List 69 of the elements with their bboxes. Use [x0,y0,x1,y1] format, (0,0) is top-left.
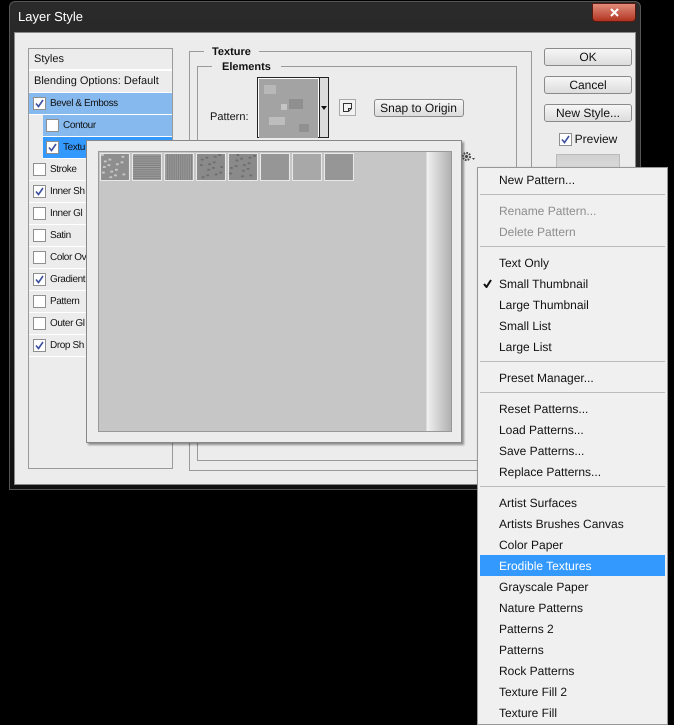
menu-item[interactable]: Load Patterns... [480,419,665,440]
menu-item[interactable]: Grayscale Paper [480,576,665,597]
style-label: Textu [63,141,85,155]
checkbox[interactable] [46,119,59,132]
check-icon [35,99,44,108]
check-icon [560,134,570,144]
style-label: Contour [63,119,96,133]
menu-item[interactable]: Artist Surfaces [480,492,665,513]
check-icon [35,275,44,284]
menu-item[interactable]: New Pattern... [480,169,665,190]
check-icon [35,187,44,196]
page-icon [342,103,352,112]
menu-item[interactable]: Large Thumbnail [480,294,665,315]
menu-item[interactable]: Nature Patterns [480,597,665,618]
checkbox[interactable] [33,317,46,330]
ok-button[interactable]: OK [544,48,632,66]
checkbox[interactable] [33,185,46,198]
style-label: Stroke [50,163,77,177]
style-item[interactable]: Contour [43,115,172,137]
pattern-picker-button[interactable] [256,77,329,138]
menu-item[interactable]: Large List [480,336,665,357]
style-label: Bevel & Emboss [50,97,118,111]
close-button[interactable] [592,2,636,22]
checkbox[interactable] [33,229,46,242]
checkbox[interactable] [33,273,46,286]
menu-item[interactable]: Small List [480,315,665,336]
preview-label: Preview [574,131,618,148]
style-label: Drop Sh [50,339,84,353]
new-preset-button[interactable] [338,99,356,116]
styles-header: Styles [34,52,64,67]
dropdown-arrow-icon [320,106,327,110]
settings-icon[interactable] [461,151,476,163]
style-label: Color Ov [50,251,86,265]
menu-item[interactable]: Texture Fill 2 [480,681,665,702]
style-label: Inner Sh [50,185,85,199]
menu-item[interactable]: Small Thumbnail [480,273,665,294]
menu-item[interactable]: Reset Patterns... [480,398,665,419]
checkbox[interactable] [33,295,46,308]
checkbox[interactable] [46,141,59,154]
menu-item[interactable]: Patterns 2 [480,618,665,639]
snap-to-origin-button[interactable]: Snap to Origin [374,99,464,117]
style-label: Outer Gl [50,317,85,331]
style-label: Gradient [50,273,86,287]
style-label: Satin [50,229,71,243]
menu-item[interactable]: Color Paper [480,534,665,555]
menu-item[interactable]: Texture Fill [480,702,665,723]
style-item[interactable]: Bevel & Emboss [29,93,172,115]
new-style-button[interactable]: New Style... [544,104,632,122]
pattern-label: Pattern: [210,110,249,125]
window-title: Layer Style [18,8,84,26]
style-label: Inner Gl [50,207,82,221]
menu-item[interactable]: Replace Patterns... [480,461,665,482]
checkbox[interactable] [33,163,46,176]
checkbox[interactable] [33,97,46,110]
checkbox[interactable] [33,339,46,352]
menu-item[interactable]: Artists Brushes Canvas [480,513,665,534]
menu-item[interactable]: Text Only [480,252,665,273]
cancel-button[interactable]: Cancel [544,76,632,94]
check-icon [48,143,57,152]
checkbox[interactable] [33,207,46,220]
style-label: Pattern [50,295,80,309]
check-icon [35,341,44,350]
checkbox[interactable] [33,251,46,264]
menu-item[interactable]: Rock Patterns [480,660,665,681]
checkbox[interactable] [558,132,572,146]
menu-item[interactable]: Patterns [480,639,665,660]
menu-item[interactable]: Preset Manager... [480,367,665,388]
menu-item[interactable]: Save Patterns... [480,440,665,461]
close-icon [610,8,618,16]
